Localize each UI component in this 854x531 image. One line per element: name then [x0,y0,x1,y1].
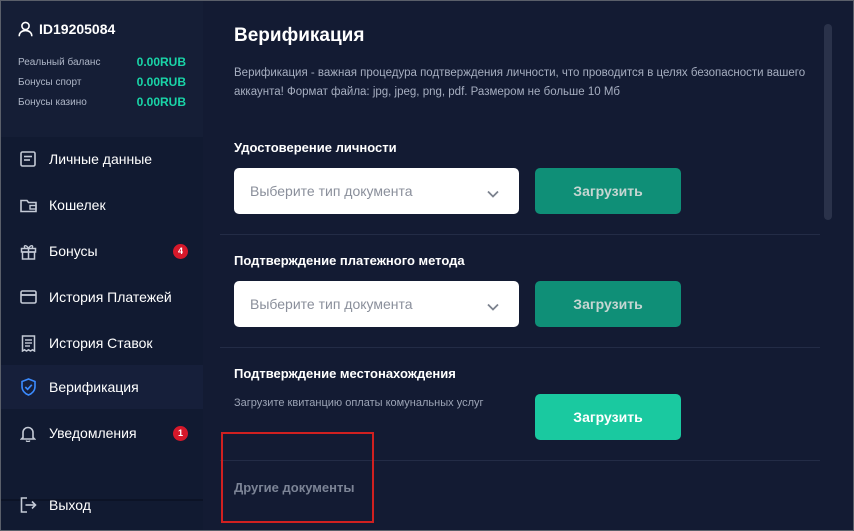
location-upload-button[interactable]: Загрузить [535,394,681,440]
card-icon [19,288,37,306]
logout-icon [19,496,37,514]
sidebar: ID19205084 Реальный баланс 0.00RUB Бонус… [1,1,203,530]
sidebar-item-bonuses[interactable]: Бонусы 4 [1,229,203,273]
section-divider [220,347,820,348]
sidebar-item-label: История Ставок [49,335,153,351]
sidebar-item-wallet[interactable]: Кошелек [1,183,203,227]
balance-label: Бонусы казино [18,96,87,108]
balance-row-sport: Бонусы спорт 0.00RUB [18,75,186,89]
user-icon [18,21,33,37]
gift-icon [19,242,37,260]
balance-value: 0.00RUB [136,55,186,69]
sidebar-item-label: Выход [49,497,91,513]
payment-document-type-select[interactable]: Выберите тип документа [234,281,519,327]
sidebar-item-label: Верификация [49,379,139,395]
user-id-text: ID19205084 [39,21,116,37]
sidebar-item-label: История Платежей [49,289,172,305]
sidebar-item-personal-data[interactable]: Личные данные [1,137,203,181]
page-title: Верификация [234,25,365,46]
bonuses-count-badge: 4 [173,243,188,259]
identity-document-type-select[interactable]: Выберите тип документа [234,168,519,214]
chevron-down-icon [487,185,499,203]
section-title-identity: Удостоверение личности [234,140,397,155]
balance-label: Реальный баланс [18,56,101,68]
shield-check-icon [19,378,37,396]
balance-row-casino: Бонусы казино 0.00RUB [18,95,186,109]
verification-description: Верификация - важная процедура подтвержд… [234,67,806,98]
sidebar-item-logout[interactable]: Выход [1,483,203,527]
chevron-down-icon [487,298,499,316]
user-id: ID19205084 [18,21,115,37]
select-placeholder: Выберите тип документа [250,183,413,199]
receipt-icon [19,334,37,352]
sidebar-item-label: Личные данные [49,151,153,167]
main-content: Верификация Верификация - важная процеду… [203,1,853,530]
balance-row-real: Реальный баланс 0.00RUB [18,55,186,69]
other-documents-title[interactable]: Другие документы [234,480,354,495]
user-info-panel: ID19205084 Реальный баланс 0.00RUB Бонус… [1,1,203,137]
wallet-icon [19,196,37,214]
location-hint: Загрузите квитанцию оплаты комунальных у… [234,397,484,409]
section-divider [220,234,820,235]
notifications-count-badge: 1 [173,425,188,441]
section-title-payment-method: Подтверждение платежного метода [234,253,465,268]
section-title-location: Подтверждение местонахождения [234,366,456,381]
sidebar-item-payment-history[interactable]: История Платежей [1,275,203,319]
sidebar-item-notifications[interactable]: Уведомления 1 [1,411,203,455]
balance-value: 0.00RUB [136,75,186,89]
balance-value: 0.00RUB [136,95,186,109]
profile-card-icon [19,150,37,168]
bell-icon [19,424,37,442]
balance-label: Бонусы спорт [18,76,82,88]
identity-upload-button[interactable]: Загрузить [535,168,681,214]
section-divider [220,460,820,461]
select-placeholder: Выберите тип документа [250,296,413,312]
sidebar-item-label: Кошелек [49,197,106,213]
sidebar-item-bet-history[interactable]: История Ставок [1,321,203,365]
sidebar-item-label: Бонусы [49,243,98,259]
scrollbar[interactable] [824,24,832,220]
sidebar-item-verification[interactable]: Верификация [1,365,203,409]
payment-upload-button[interactable]: Загрузить [535,281,681,327]
sidebar-item-label: Уведомления [49,425,137,441]
